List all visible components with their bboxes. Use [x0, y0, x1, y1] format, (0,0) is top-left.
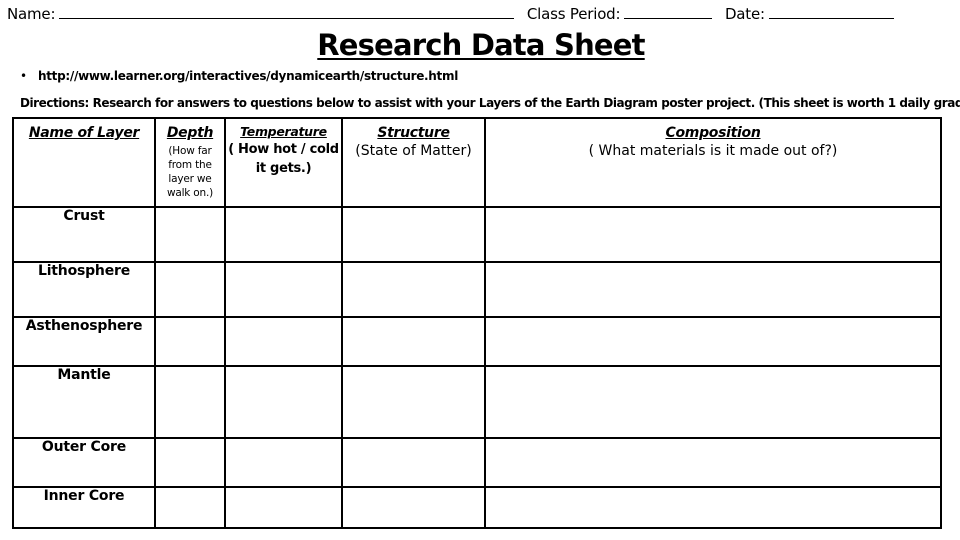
column-title: Temperature — [240, 124, 327, 139]
temperature-cell[interactable] — [224, 437, 343, 488]
column-subtitle: ( How hot / cold it gets.) — [228, 142, 339, 176]
layer-name-cell: Crust — [12, 206, 156, 263]
depth-cell[interactable] — [154, 206, 226, 263]
temperature-cell[interactable] — [224, 365, 343, 439]
name-label: Name: — [7, 5, 56, 23]
depth-cell[interactable] — [154, 316, 226, 367]
table-row: Lithosphere — [12, 261, 942, 318]
layer-name-cell: Outer Core — [12, 437, 156, 488]
composition-cell[interactable] — [484, 365, 942, 439]
depth-cell[interactable] — [154, 486, 226, 529]
column-header-composition: Composition ( What materials is it made … — [484, 117, 942, 208]
column-title: Structure — [377, 125, 450, 141]
structure-cell[interactable] — [341, 365, 486, 439]
temperature-cell[interactable] — [224, 206, 343, 263]
temperature-cell[interactable] — [224, 261, 343, 318]
composition-cell[interactable] — [484, 437, 942, 488]
table-row: Mantle — [12, 365, 942, 439]
composition-cell[interactable] — [484, 261, 942, 318]
class-period-label: Class Period: — [526, 5, 621, 23]
temperature-cell[interactable] — [224, 486, 343, 529]
temperature-cell[interactable] — [224, 316, 343, 367]
column-subtitle: (State of Matter) — [355, 143, 472, 159]
layer-name-cell: Asthenosphere — [12, 316, 156, 367]
table-row: Asthenosphere — [12, 316, 942, 367]
layer-name-cell: Inner Core — [12, 486, 156, 529]
layer-name-cell: Mantle — [12, 365, 156, 439]
column-subtitle: ( What materials is it made out of?) — [588, 143, 838, 159]
depth-cell[interactable] — [154, 365, 226, 439]
table-header-row: Name of Layer Depth (How far from the la… — [12, 117, 942, 208]
structure-cell[interactable] — [341, 316, 486, 367]
composition-cell[interactable] — [484, 316, 942, 367]
table-row: Outer Core — [12, 437, 942, 488]
column-header-structure: Structure (State of Matter) — [341, 117, 486, 208]
composition-cell[interactable] — [484, 486, 942, 529]
student-info-line: Name: Class Period: Date: — [7, 5, 902, 23]
date-blank[interactable] — [768, 5, 894, 19]
bullet-icon: • — [20, 69, 27, 83]
column-subtitle: (How far from the layer we walk on.) — [166, 145, 214, 199]
class-period-blank[interactable] — [624, 5, 713, 19]
page-title: Research Data Sheet — [317, 28, 645, 62]
name-blank[interactable] — [59, 5, 515, 19]
column-title: Name of Layer — [28, 125, 140, 141]
table-row: Crust — [12, 206, 942, 263]
structure-cell[interactable] — [341, 486, 486, 529]
resource-url[interactable]: http://www.learner.org/interactives/dyna… — [38, 69, 458, 83]
depth-cell[interactable] — [154, 437, 226, 488]
column-title: Depth — [166, 125, 214, 141]
layer-name-cell: Lithosphere — [12, 261, 156, 318]
date-label: Date: — [724, 5, 765, 23]
column-title: Composition — [665, 125, 761, 141]
column-header-name: Name of Layer — [12, 117, 156, 208]
structure-cell[interactable] — [341, 437, 486, 488]
directions-text: Directions: Research for answers to ques… — [20, 96, 960, 110]
structure-cell[interactable] — [341, 206, 486, 263]
structure-cell[interactable] — [341, 261, 486, 318]
composition-cell[interactable] — [484, 206, 942, 263]
column-header-temperature: Temperature ( How hot / cold it gets.) — [224, 117, 343, 208]
resource-link-line: • http://www.learner.org/interactives/dyn… — [20, 69, 458, 83]
table-row: Inner Core — [12, 486, 942, 529]
depth-cell[interactable] — [154, 261, 226, 318]
column-header-depth: Depth (How far from the layer we walk on… — [154, 117, 226, 208]
research-table: Name of Layer Depth (How far from the la… — [12, 117, 942, 529]
